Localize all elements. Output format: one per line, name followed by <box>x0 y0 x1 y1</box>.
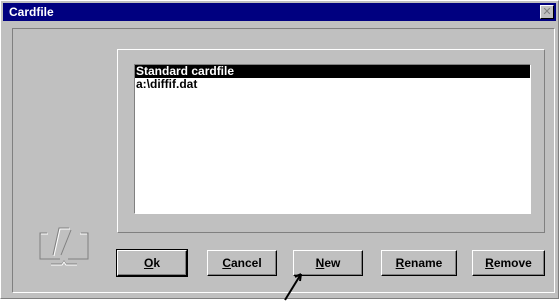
new-button-label: ew <box>324 256 341 270</box>
ok-button-label: k <box>153 256 161 270</box>
remove-button[interactable]: Remove <box>472 250 545 276</box>
ok-button[interactable]: Ok <box>116 249 188 277</box>
rename-button-label: ename <box>404 256 443 270</box>
cancel-button-mnemonic: C <box>222 256 231 270</box>
cancel-button-label: ancel <box>230 256 262 270</box>
cancel-button[interactable]: Cancel <box>207 250 277 276</box>
close-button[interactable]: ✕ <box>540 5 554 19</box>
list-item[interactable]: a:\diffif.dat <box>135 78 530 91</box>
rename-button[interactable]: Rename <box>381 250 457 276</box>
book-icon <box>39 227 89 266</box>
list-item-label: a:\diffif.dat <box>136 77 198 91</box>
window-title: Cardfile <box>9 5 54 19</box>
title-bar[interactable]: Cardfile ✕ <box>3 3 556 21</box>
new-button[interactable]: New <box>293 250 363 276</box>
remove-button-mnemonic: R <box>485 256 494 270</box>
ok-button-mnemonic: O <box>143 256 154 270</box>
close-icon: ✕ <box>542 6 552 18</box>
remove-button-label: emove <box>493 256 532 270</box>
rename-button-mnemonic: R <box>395 256 405 270</box>
list-item-label: Standard cardfile <box>136 64 235 78</box>
cardfile-window: Cardfile ✕ Standard cardfile a:\diffif.d… <box>0 0 559 301</box>
cardfile-listbox[interactable]: Standard cardfile a:\diffif.dat <box>134 64 531 214</box>
